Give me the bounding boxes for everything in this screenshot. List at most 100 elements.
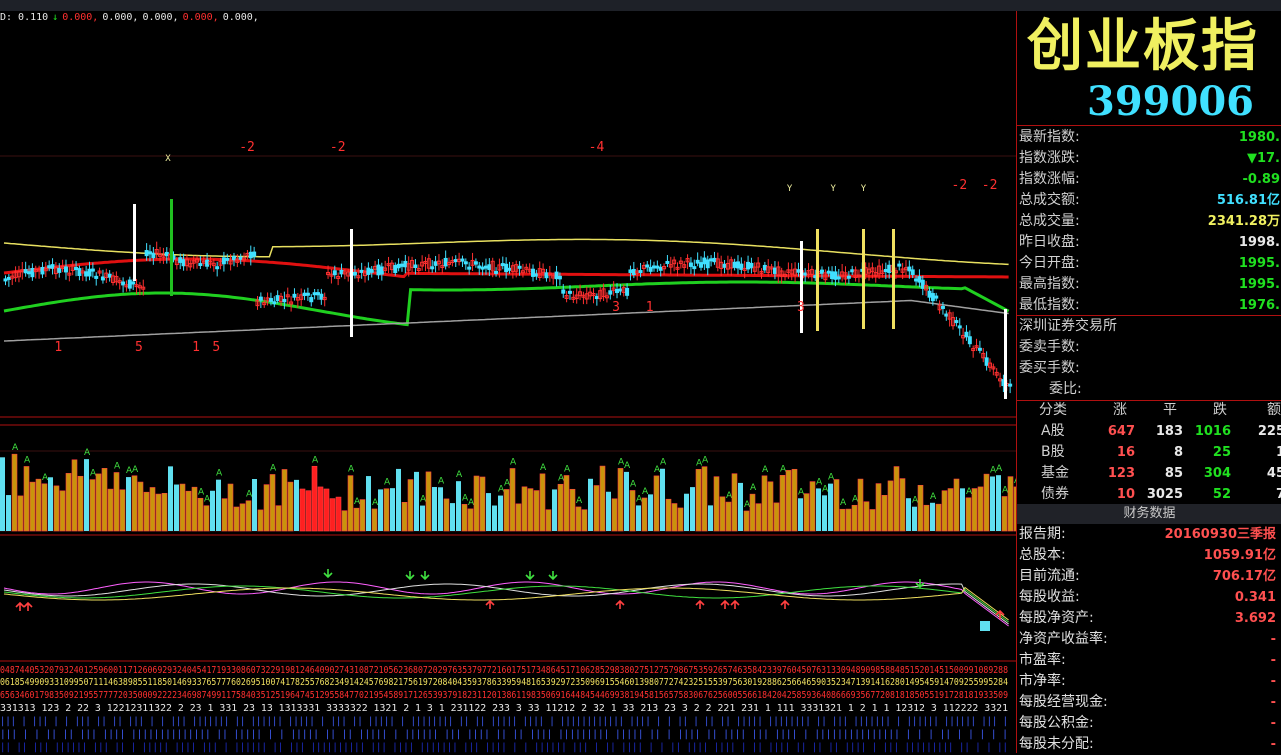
volume-signal: A	[216, 469, 223, 479]
candle	[692, 266, 697, 270]
category-cell: A股	[1041, 423, 1065, 439]
candle	[934, 295, 939, 299]
volume-bar	[503, 489, 510, 532]
candle	[268, 298, 273, 302]
price-mark: 1	[646, 300, 654, 315]
quote-value: 1976.	[1238, 298, 1280, 313]
volume-bar	[155, 493, 162, 532]
candle	[90, 268, 95, 272]
quote-row: 指数涨跌: ▼17.	[1017, 148, 1281, 169]
volume-bar	[930, 502, 935, 531]
candle	[500, 263, 505, 267]
category-cell: 7	[1275, 487, 1281, 502]
volume-bar	[185, 490, 192, 532]
volume-bar	[791, 468, 798, 532]
volume-bar	[761, 475, 768, 532]
volume-bar	[281, 469, 288, 532]
candle	[517, 265, 522, 269]
quote-row: 最高指数: 1995.	[1017, 274, 1281, 295]
volume-bar	[233, 506, 240, 532]
price-mark: -2	[239, 140, 255, 155]
volume-bar	[6, 495, 11, 531]
candle	[366, 267, 371, 275]
candle	[850, 269, 855, 273]
financial-label: 目前流通:	[1019, 568, 1080, 584]
volume-bar	[869, 509, 876, 532]
window-title-bar	[0, 0, 1281, 11]
candle	[699, 262, 704, 268]
quote-row: 今日开盘: 1995.	[1017, 253, 1281, 274]
volume-bar	[798, 498, 803, 531]
candle	[460, 258, 465, 262]
volume-bar	[131, 475, 138, 532]
candle	[430, 266, 435, 270]
digit-row: 0487440532079324012596001171260692932404…	[0, 665, 1008, 676]
candle	[332, 270, 337, 276]
volume-bar	[648, 494, 653, 531]
kline-chart[interactable]: X-2 -2 -4Y Y Y -2 -21 5 1 53 1 3AAAAAA A AAAAAAAAA AAA…	[0, 11, 1016, 753]
volume-bar	[101, 468, 108, 532]
digit-row: 6563460179835092195577772035000922223469…	[0, 690, 1008, 701]
financial-label: 市盈率:	[1019, 652, 1066, 668]
quote-label: 昨日收盘:	[1019, 234, 1080, 250]
volume-bar	[509, 468, 516, 532]
candle	[940, 305, 945, 309]
volume-bar	[851, 504, 858, 532]
candle	[762, 264, 767, 271]
volume-bar	[450, 503, 455, 531]
category-cell: 45	[1266, 466, 1281, 481]
volume-bar	[11, 453, 18, 532]
quote-row: 总成交额: 516.81亿	[1017, 190, 1281, 211]
volume-bar	[113, 472, 120, 532]
candle	[628, 269, 633, 273]
financial-row: 报告期: 20160930三季报	[1017, 524, 1281, 545]
volume-signal: A	[630, 479, 637, 489]
quote-label: 最高指数:	[1019, 276, 1080, 292]
candle	[87, 268, 92, 277]
volume-bar	[126, 477, 131, 531]
candle	[107, 273, 112, 278]
category-cell: 3025	[1146, 487, 1183, 502]
volume-signal: A	[438, 476, 445, 486]
category-cell: 225	[1257, 424, 1281, 439]
digit-row: ||| | | || || ||| |||| |||||||||||||| ||…	[0, 729, 1008, 740]
candle	[359, 269, 364, 273]
candle	[319, 293, 324, 300]
financial-row: 每股净资产: 3.692	[1017, 608, 1281, 629]
volume-bar	[263, 484, 270, 532]
quote-row: 指数涨幅: -0.89	[1017, 169, 1281, 190]
candle	[238, 256, 243, 260]
volume-bar	[953, 478, 960, 532]
candle	[463, 261, 468, 265]
candle	[131, 281, 136, 285]
financial-row: 总股本: 1059.91亿	[1017, 545, 1281, 566]
volume-bar	[527, 488, 534, 532]
volume-signal: A	[564, 464, 571, 474]
candle	[63, 266, 68, 273]
volume-bar	[0, 457, 5, 531]
volume-bar	[168, 466, 173, 531]
candle	[658, 266, 663, 271]
candle	[205, 259, 210, 267]
quote-value: 1995.	[1238, 256, 1280, 271]
candle	[833, 271, 838, 280]
volume-bar	[845, 508, 852, 532]
volume-bar	[875, 483, 882, 532]
volume-bar	[557, 483, 564, 532]
digit-row: || || ||| |||||| ||| || | ||||| |||| |||…	[0, 742, 1008, 753]
candle	[248, 251, 253, 259]
candle	[164, 251, 169, 257]
financial-header[interactable]: 财务数据	[1017, 504, 1281, 524]
volume-bar	[563, 475, 570, 532]
volume-bar	[960, 488, 965, 531]
chart-area[interactable]: X -2 -2 -4 Y Y Y -2 -2 1 5 1 5 3 1 3 A A A A A A A A A A A A A A A A A A A…	[0, 11, 1016, 753]
signal-bar	[892, 229, 895, 329]
candle	[258, 296, 263, 301]
candle	[151, 252, 156, 259]
candle	[84, 271, 89, 277]
volume-bar	[227, 483, 234, 532]
financial-value: -	[1270, 632, 1276, 647]
volume-bar	[107, 488, 114, 532]
volume-bar	[41, 483, 48, 532]
candle	[504, 263, 509, 273]
